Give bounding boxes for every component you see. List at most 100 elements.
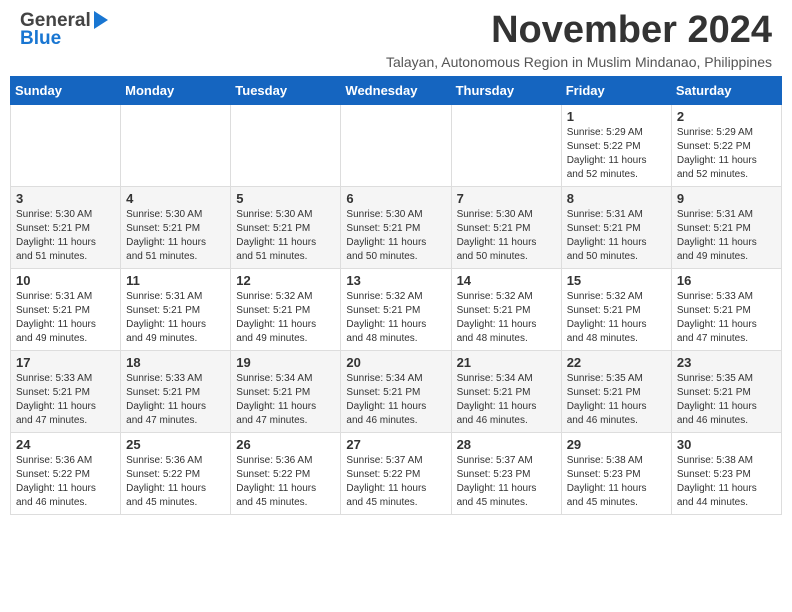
day-number: 6 xyxy=(346,191,445,206)
day-info: Sunrise: 5:33 AMSunset: 5:21 PMDaylight:… xyxy=(126,372,225,428)
day-number: 28 xyxy=(457,437,556,452)
week-row-3: 10Sunrise: 5:31 AMSunset: 5:21 PMDayligh… xyxy=(11,268,782,350)
calendar-cell: 25Sunrise: 5:36 AMSunset: 5:22 PMDayligh… xyxy=(121,432,231,514)
day-number: 11 xyxy=(126,273,225,288)
day-number: 3 xyxy=(16,191,115,206)
calendar-cell: 7 Sunrise: 5:30 AMSunset: 5:21 PMDaylight… xyxy=(451,186,561,268)
calendar-cell: 26 Sunrise: 5:36 AMSunset: 5:22 PMDayligh… xyxy=(231,432,341,514)
weekday-header-sunday: Sunday xyxy=(11,76,121,104)
day-info: Sunrise: 5:31 AMSunset: 5:21 PMDaylight:… xyxy=(126,290,225,346)
day-info: Sunrise: 5:38 AMSunset: 5:23 PMDaylight:… xyxy=(677,454,776,510)
logo-triangle-icon xyxy=(92,9,110,31)
day-info: Sunrise: 5:32 AMSunset: 5:21 PMDaylight:… xyxy=(567,290,666,346)
day-info: Sunrise: 5:36 AMSunset: 5:22 PMDaylight:… xyxy=(236,454,335,510)
day-number: 21 xyxy=(457,355,556,370)
day-number: 2 xyxy=(677,109,776,124)
calendar-cell: 1 Sunrise: 5:29 AMSunset: 5:22 PMDaylight… xyxy=(561,104,671,186)
calendar-cell: 17 Sunrise: 5:33 AMSunset: 5:21 PMDayligh… xyxy=(11,350,121,432)
day-info: Sunrise: 5:32 AMSunset: 5:21 PMDaylight:… xyxy=(457,290,556,346)
title-block: November 2024 Talayan, Autonomous Region… xyxy=(386,10,772,70)
day-info: Sunrise: 5:34 AMSunset: 5:21 PMDaylight:… xyxy=(457,372,556,428)
day-number: 26 xyxy=(236,437,335,452)
day-number: 15 xyxy=(567,273,666,288)
calendar-cell: 27Sunrise: 5:37 AMSunset: 5:22 PMDayligh… xyxy=(341,432,451,514)
day-info: Sunrise: 5:29 AMSunset: 5:22 PMDaylight:… xyxy=(567,126,666,182)
weekday-header-wednesday: Wednesday xyxy=(341,76,451,104)
calendar-cell: 18 Sunrise: 5:33 AMSunset: 5:21 PMDayligh… xyxy=(121,350,231,432)
day-number: 12 xyxy=(236,273,335,288)
weekday-header-tuesday: Tuesday xyxy=(231,76,341,104)
calendar-cell: 20 Sunrise: 5:34 AMSunset: 5:21 PMDayligh… xyxy=(341,350,451,432)
calendar-cell xyxy=(451,104,561,186)
day-number: 25 xyxy=(126,437,225,452)
day-number: 22 xyxy=(567,355,666,370)
day-number: 23 xyxy=(677,355,776,370)
day-number: 9 xyxy=(677,191,776,206)
calendar-cell: 11 Sunrise: 5:31 AMSunset: 5:21 PMDayligh… xyxy=(121,268,231,350)
day-info: Sunrise: 5:35 AMSunset: 5:21 PMDaylight:… xyxy=(677,372,776,428)
day-info: Sunrise: 5:37 AMSunset: 5:23 PMDaylight:… xyxy=(457,454,556,510)
calendar-table: SundayMondayTuesdayWednesdayThursdayFrid… xyxy=(10,76,782,515)
calendar-cell: 3 Sunrise: 5:30 AMSunset: 5:21 PMDaylight… xyxy=(11,186,121,268)
day-info: Sunrise: 5:30 AMSunset: 5:21 PMDaylight:… xyxy=(16,208,115,264)
day-number: 17 xyxy=(16,355,115,370)
week-row-2: 3 Sunrise: 5:30 AMSunset: 5:21 PMDaylight… xyxy=(11,186,782,268)
calendar-cell: 6 Sunrise: 5:30 AMSunset: 5:21 PMDaylight… xyxy=(341,186,451,268)
day-number: 8 xyxy=(567,191,666,206)
day-number: 13 xyxy=(346,273,445,288)
calendar-cell: 22 Sunrise: 5:35 AMSunset: 5:21 PMDayligh… xyxy=(561,350,671,432)
day-info: Sunrise: 5:32 AMSunset: 5:21 PMDaylight:… xyxy=(236,290,335,346)
calendar-cell: 9 Sunrise: 5:31 AMSunset: 5:21 PMDaylight… xyxy=(671,186,781,268)
calendar-cell: 5 Sunrise: 5:30 AMSunset: 5:21 PMDaylight… xyxy=(231,186,341,268)
day-number: 16 xyxy=(677,273,776,288)
calendar-cell: 21 Sunrise: 5:34 AMSunset: 5:21 PMDayligh… xyxy=(451,350,561,432)
day-info: Sunrise: 5:32 AMSunset: 5:21 PMDaylight:… xyxy=(346,290,445,346)
day-number: 4 xyxy=(126,191,225,206)
location-subtitle: Talayan, Autonomous Region in Muslim Min… xyxy=(386,54,772,70)
day-number: 1 xyxy=(567,109,666,124)
calendar-cell: 30 Sunrise: 5:38 AMSunset: 5:23 PMDayligh… xyxy=(671,432,781,514)
calendar-cell: 23 Sunrise: 5:35 AMSunset: 5:21 PMDayligh… xyxy=(671,350,781,432)
weekday-header-friday: Friday xyxy=(561,76,671,104)
day-info: Sunrise: 5:33 AMSunset: 5:21 PMDaylight:… xyxy=(677,290,776,346)
calendar-cell: 4Sunrise: 5:30 AMSunset: 5:21 PMDaylight… xyxy=(121,186,231,268)
day-number: 27 xyxy=(346,437,445,452)
week-row-4: 17 Sunrise: 5:33 AMSunset: 5:21 PMDayligh… xyxy=(11,350,782,432)
calendar-cell: 2Sunrise: 5:29 AMSunset: 5:22 PMDaylight… xyxy=(671,104,781,186)
calendar-cell: 24Sunrise: 5:36 AMSunset: 5:22 PMDayligh… xyxy=(11,432,121,514)
weekday-header-row: SundayMondayTuesdayWednesdayThursdayFrid… xyxy=(11,76,782,104)
day-info: Sunrise: 5:31 AMSunset: 5:21 PMDaylight:… xyxy=(677,208,776,264)
month-title: November 2024 xyxy=(386,10,772,52)
day-number: 30 xyxy=(677,437,776,452)
day-info: Sunrise: 5:33 AMSunset: 5:21 PMDaylight:… xyxy=(16,372,115,428)
day-info: Sunrise: 5:30 AMSunset: 5:21 PMDaylight:… xyxy=(346,208,445,264)
day-number: 7 xyxy=(457,191,556,206)
calendar-cell: 14 Sunrise: 5:32 AMSunset: 5:21 PMDayligh… xyxy=(451,268,561,350)
day-number: 19 xyxy=(236,355,335,370)
weekday-header-monday: Monday xyxy=(121,76,231,104)
calendar-cell: 8 Sunrise: 5:31 AMSunset: 5:21 PMDaylight… xyxy=(561,186,671,268)
logo-text-blue: Blue xyxy=(20,28,61,50)
calendar-cell: 13 Sunrise: 5:32 AMSunset: 5:21 PMDayligh… xyxy=(341,268,451,350)
page-header: General Blue November 2024 Talayan, Auto… xyxy=(10,10,782,70)
day-info: Sunrise: 5:38 AMSunset: 5:23 PMDaylight:… xyxy=(567,454,666,510)
day-number: 14 xyxy=(457,273,556,288)
calendar-cell xyxy=(11,104,121,186)
day-info: Sunrise: 5:30 AMSunset: 5:21 PMDaylight:… xyxy=(457,208,556,264)
day-number: 18 xyxy=(126,355,225,370)
day-info: Sunrise: 5:35 AMSunset: 5:21 PMDaylight:… xyxy=(567,372,666,428)
week-row-5: 24Sunrise: 5:36 AMSunset: 5:22 PMDayligh… xyxy=(11,432,782,514)
calendar-cell xyxy=(121,104,231,186)
day-number: 20 xyxy=(346,355,445,370)
day-info: Sunrise: 5:34 AMSunset: 5:21 PMDaylight:… xyxy=(346,372,445,428)
day-info: Sunrise: 5:31 AMSunset: 5:21 PMDaylight:… xyxy=(567,208,666,264)
day-info: Sunrise: 5:31 AMSunset: 5:21 PMDaylight:… xyxy=(16,290,115,346)
calendar-cell: 16 Sunrise: 5:33 AMSunset: 5:21 PMDayligh… xyxy=(671,268,781,350)
weekday-header-thursday: Thursday xyxy=(451,76,561,104)
calendar-cell: 19Sunrise: 5:34 AMSunset: 5:21 PMDayligh… xyxy=(231,350,341,432)
calendar-cell: 15 Sunrise: 5:32 AMSunset: 5:21 PMDayligh… xyxy=(561,268,671,350)
weekday-header-saturday: Saturday xyxy=(671,76,781,104)
day-number: 5 xyxy=(236,191,335,206)
calendar-cell: 29Sunrise: 5:38 AMSunset: 5:23 PMDayligh… xyxy=(561,432,671,514)
day-info: Sunrise: 5:30 AMSunset: 5:21 PMDaylight:… xyxy=(236,208,335,264)
